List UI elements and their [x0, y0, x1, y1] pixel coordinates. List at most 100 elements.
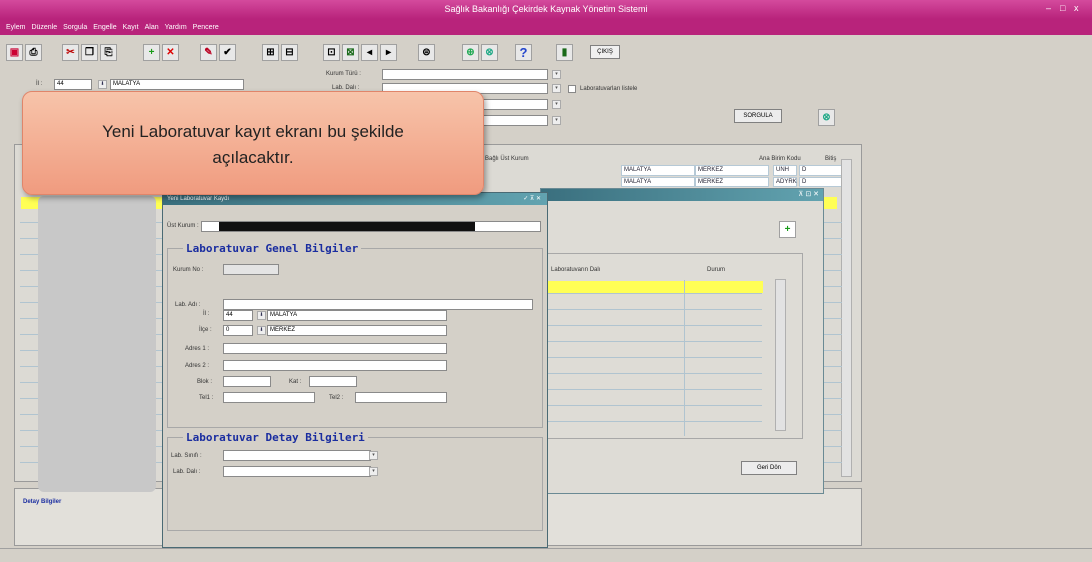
il-name-field[interactable]: MALATYA	[110, 79, 244, 90]
il-lookup-icon[interactable]: ⬇	[98, 80, 107, 89]
minimize-button[interactable]: –	[1046, 3, 1051, 13]
help-icon[interactable]: ?	[515, 44, 532, 61]
kat-field[interactable]	[309, 376, 357, 387]
menu-eylem[interactable]: Eylem	[6, 24, 25, 31]
tel2-field[interactable]	[355, 392, 447, 403]
excel-export-icon[interactable]: ⊗	[818, 109, 835, 126]
execute-query-icon[interactable]: ⊟	[281, 44, 298, 61]
menu-engelle[interactable]: Engelle	[93, 24, 116, 31]
menu-yardim[interactable]: Yardım	[165, 24, 187, 31]
detail-label: Detay Bilgiler	[23, 499, 62, 505]
dialog-il-code-field[interactable]: 44	[223, 310, 253, 321]
col-durum-header: Durum	[707, 267, 726, 273]
grid-row1-kod[interactable]: UNH	[773, 165, 797, 176]
branch-row-line	[546, 293, 762, 294]
menu-alan[interactable]: Alan	[145, 24, 159, 31]
excel-icon[interactable]: ⊗	[481, 44, 498, 61]
kurum-no-label: Kurum No :	[173, 267, 204, 273]
branch-scrollbar[interactable]	[775, 279, 786, 431]
col-bitis-header: Bitiş	[825, 156, 837, 162]
previous-record-icon[interactable]: ◂	[361, 44, 378, 61]
list-labs-checkbox[interactable]	[568, 85, 576, 93]
kurum-turu-field[interactable]	[382, 69, 548, 80]
lab-adi-field[interactable]	[223, 299, 533, 310]
new-lab-dialog-controls[interactable]: ✓ ⊼ ✕	[523, 193, 541, 205]
filter-field-3-dropdown-icon[interactable]: ▾	[552, 100, 561, 109]
lab-dali-label: Lab. Dalı :	[173, 469, 201, 475]
grid-row2-ilce[interactable]: MERKEZ	[695, 177, 769, 187]
exit-door-icon[interactable]: ▮	[556, 44, 573, 61]
il-label: İl :	[36, 81, 43, 87]
branch-selected-row[interactable]	[547, 281, 763, 293]
delete-record-icon[interactable]: ✕	[162, 44, 179, 61]
query-button[interactable]: SORGULA	[734, 109, 782, 123]
lab-sinifi-dropdown-icon[interactable]: ▾	[369, 451, 378, 460]
ilce-label: İlçe :	[199, 327, 212, 333]
tel1-label: Tel1 :	[199, 395, 214, 401]
redacted-value	[219, 222, 475, 231]
grid-row1-dd[interactable]: D	[799, 165, 843, 176]
lab-sinifi-field[interactable]	[223, 450, 371, 461]
edit-icon[interactable]: ✎	[200, 44, 217, 61]
new-lab-dialog-title: Yeni Laboratuvar Kaydı	[167, 196, 230, 202]
dialog-il-name-field[interactable]: MALATYA	[267, 310, 447, 321]
branch-row-line	[546, 341, 762, 342]
lab-dali-dropdown-icon[interactable]: ▾	[369, 467, 378, 476]
tel1-field[interactable]	[223, 392, 315, 403]
adres2-label: Adres 2 :	[185, 363, 210, 369]
tutorial-callout: Yeni Laboratuvar kayıt ekranı bu şekilde…	[22, 91, 484, 195]
lab-dali-field[interactable]	[223, 466, 371, 477]
branch-row-line	[546, 389, 762, 390]
branch-row-line	[546, 325, 762, 326]
grid-row2-il[interactable]: MALATYA	[621, 177, 695, 187]
filter-field-4-dropdown-icon[interactable]: ▾	[552, 116, 561, 125]
maximize-button[interactable]: □	[1060, 3, 1065, 13]
lab-adi-label: Lab. Adı :	[175, 302, 201, 308]
branch-row-line	[546, 357, 762, 358]
col-bagli-header: Bağlı Üst Kurum	[485, 156, 529, 162]
callout-line-1: Yeni Laboratuvar kayıt ekranı bu şekilde	[102, 122, 404, 141]
lab-dal-dropdown-icon[interactable]: ▾	[552, 84, 561, 93]
adres1-field[interactable]	[223, 343, 447, 354]
ilce-name-field[interactable]: MERKEZ	[267, 325, 447, 336]
print-icon[interactable]: ⎙	[25, 44, 42, 61]
paste-icon[interactable]: ⎘	[100, 44, 117, 61]
grid-row1-il[interactable]: MALATYA	[621, 165, 695, 176]
adres2-field[interactable]	[223, 360, 447, 371]
kurum-turu-dropdown-icon[interactable]: ▾	[552, 70, 561, 79]
menu-duzenle[interactable]: Düzenle	[31, 24, 57, 31]
grid-scrollbar[interactable]	[841, 159, 852, 477]
grid-row1-ilce[interactable]: MERKEZ	[695, 165, 769, 176]
cut-icon[interactable]: ✂	[62, 44, 79, 61]
blurred-region	[38, 196, 156, 492]
back-button[interactable]: Geri Dön	[741, 461, 797, 475]
save-icon[interactable]: ▣	[6, 44, 23, 61]
add-record-icon[interactable]: +	[143, 44, 160, 61]
branch-row-line	[546, 405, 762, 406]
grid-row2-dd[interactable]: D	[799, 177, 843, 187]
list-values-icon[interactable]: ⊜	[418, 44, 435, 61]
dialog-il-lookup-icon[interactable]: ⬇	[257, 311, 266, 320]
blok-label: Blok :	[197, 379, 213, 385]
ilce-lookup-icon[interactable]: ⬇	[257, 326, 266, 335]
last-record-icon[interactable]: ⊠	[342, 44, 359, 61]
detail-info-title: Laboratuvar Detay Bilgileri	[183, 431, 368, 444]
grid-row2-kod[interactable]: ADYRK	[773, 177, 797, 187]
menu-sorgula[interactable]: Sorgula	[63, 24, 87, 31]
export-icon[interactable]: ⊕	[462, 44, 479, 61]
commit-icon[interactable]: ✔	[219, 44, 236, 61]
close-button[interactable]: x	[1074, 3, 1079, 13]
first-record-icon[interactable]: ⊡	[323, 44, 340, 61]
ilce-code-field[interactable]: 0	[223, 325, 253, 336]
blok-field[interactable]	[223, 376, 271, 387]
lab-sinifi-label: Lab. Sınıfı :	[171, 453, 202, 459]
next-record-icon[interactable]: ▸	[380, 44, 397, 61]
copy-icon[interactable]: ❐	[81, 44, 98, 61]
menu-kayit[interactable]: Kayıt	[123, 24, 139, 31]
tel2-label: Tel2 :	[329, 395, 344, 401]
il-code-field[interactable]: 44	[54, 79, 92, 90]
enter-query-icon[interactable]: ⊞	[262, 44, 279, 61]
add-branch-icon[interactable]: +	[779, 221, 796, 238]
menu-pencere[interactable]: Pencere	[193, 24, 219, 31]
exit-button[interactable]: ÇIKIŞ	[590, 45, 620, 59]
